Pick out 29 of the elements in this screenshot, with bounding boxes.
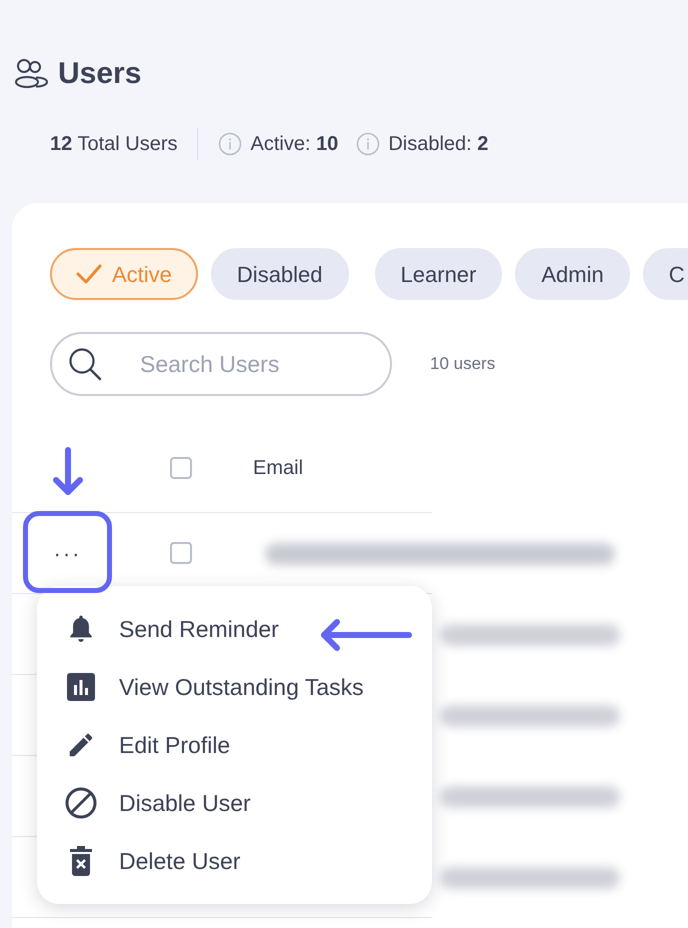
menu-item[interactable]: Edit Profile — [37, 716, 432, 774]
active-users-count: Active: 10 — [250, 132, 338, 157]
page-title: Users — [58, 56, 142, 92]
users-icon — [14, 58, 50, 90]
filter-chip[interactable]: Learner — [374, 248, 502, 300]
disabled-users-count: Disabled: 2 — [388, 132, 488, 157]
more-actions-button[interactable]: ··· — [24, 523, 111, 583]
info-icon — [356, 132, 380, 156]
total-users-count: 12 Total Users — [50, 132, 178, 157]
filter-chip[interactable]: C — [642, 248, 688, 300]
checkbox[interactable] — [170, 542, 192, 564]
check-icon — [76, 263, 102, 285]
filter-chip[interactable]: Disabled — [210, 248, 349, 300]
checkbox[interactable] — [170, 456, 192, 478]
menu-item[interactable]: View Outstanding Tasks — [37, 658, 432, 716]
info-icon — [218, 132, 242, 156]
menu-item[interactable]: Delete User — [37, 832, 432, 890]
trash-icon — [69, 846, 93, 876]
menu-item[interactable]: Send Reminder — [37, 600, 432, 658]
menu-item[interactable]: Disable User — [37, 774, 432, 832]
search-field[interactable]: Search Users — [50, 332, 392, 396]
chart-icon — [67, 673, 95, 701]
column-header: Email — [253, 456, 304, 480]
search-icon — [68, 347, 102, 381]
annotation-arrow — [52, 446, 84, 498]
prohibited-icon — [65, 787, 97, 819]
result-count: 10 users — [430, 353, 496, 376]
bell-icon — [68, 614, 94, 644]
filter-chip[interactable]: Admin — [515, 248, 630, 300]
